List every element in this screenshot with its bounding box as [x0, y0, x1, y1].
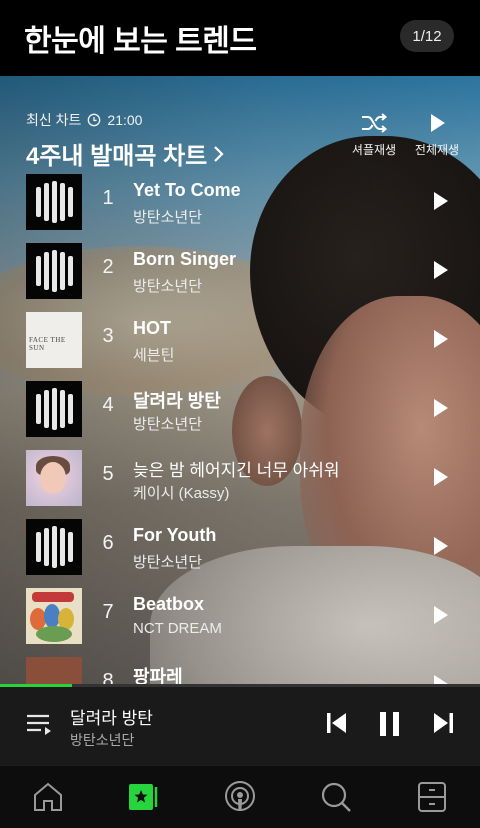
play-all-label: 전체재생 [414, 143, 460, 157]
chart-label: 최신 차트 [26, 112, 82, 128]
tab-chart[interactable] [124, 779, 164, 815]
shuffle-label: 셔플재생 [351, 143, 397, 157]
song-title: Born Singer [133, 249, 237, 269]
album-cover [26, 174, 82, 230]
play-icon[interactable] [432, 467, 450, 487]
mini-player[interactable]: 달려라 방탄 방탄소년단 [0, 687, 480, 765]
song-artist: 방탄소년단 [133, 278, 203, 295]
podcast-icon [225, 781, 255, 811]
album-cover [26, 657, 82, 686]
play-icon[interactable] [432, 260, 450, 280]
song-title: 달려라 방탄 [133, 391, 221, 411]
next-track-icon[interactable] [432, 711, 454, 735]
album-cover: FACE THE SUN [26, 312, 82, 368]
play-all-button[interactable]: 전체재생 [412, 112, 462, 158]
play-icon[interactable] [432, 398, 450, 418]
chevron-right-icon [214, 145, 224, 162]
song-rank: 7 [102, 601, 114, 623]
song-rank: 6 [102, 532, 114, 554]
song-title: HOT [133, 318, 171, 338]
song-row[interactable]: 5 늦은 밤 헤어지긴 너무 아쉬워 케이시 (Kassy) [0, 444, 480, 513]
tab-podcast[interactable] [220, 779, 260, 815]
album-cover [26, 519, 82, 575]
chart-header: 최신 차트 21:00 4주내 발매곡 차트 [26, 110, 225, 171]
previous-track-icon[interactable] [326, 711, 348, 735]
play-icon [431, 114, 445, 132]
tab-home[interactable] [28, 779, 68, 815]
album-cover [26, 450, 82, 506]
song-title: Yet To Come [133, 180, 241, 200]
song-row[interactable]: 8 팡파레 [0, 651, 480, 686]
song-title: 늦은 밤 헤어지긴 너무 아쉬워 [133, 461, 340, 480]
song-rank: 5 [102, 463, 114, 485]
page-title: 한눈에 보는 트렌드 [24, 25, 257, 58]
song-rank: 3 [102, 325, 114, 347]
song-title: 팡파레 [133, 667, 183, 686]
song-row[interactable]: 1 Yet To Come 방탄소년단 [0, 168, 480, 237]
song-artist: 방탄소년단 [133, 416, 203, 433]
album-cover [26, 381, 82, 437]
album-cover-text: FACE THE SUN [29, 336, 66, 352]
chart-title: 4주내 발매곡 차트 [26, 143, 208, 170]
page-indicator: 1/12 [400, 20, 454, 52]
song-row[interactable]: 7 Beatbox NCT DREAM [0, 582, 480, 651]
library-icon [418, 782, 446, 812]
song-rank: 1 [102, 187, 114, 209]
header-bar: 한눈에 보는 트렌드 1/12 [0, 0, 480, 76]
song-title: Beatbox [133, 594, 205, 614]
album-cover [26, 243, 82, 299]
play-icon[interactable] [432, 605, 450, 625]
playlist-icon[interactable] [26, 713, 52, 737]
now-playing-artist: 방탄소년단 [70, 732, 135, 748]
clock-icon [88, 113, 101, 127]
chart-meta: 최신 차트 21:00 [26, 110, 225, 130]
play-icon[interactable] [432, 191, 450, 211]
song-rank: 2 [102, 256, 114, 278]
song-row[interactable]: FACE THE SUN 3 HOT 세븐틴 [0, 306, 480, 375]
song-rank: 4 [102, 394, 114, 416]
tab-library[interactable] [412, 779, 452, 815]
now-playing-title: 달려라 방탄 [70, 709, 153, 728]
search-icon [321, 782, 351, 812]
song-row[interactable]: 4 달려라 방탄 방탄소년단 [0, 375, 480, 444]
album-cover [26, 588, 82, 644]
song-row[interactable]: 6 For Youth 방탄소년단 [0, 513, 480, 582]
song-artist: 세븐틴 [133, 347, 175, 364]
home-icon [34, 782, 62, 811]
play-icon[interactable] [432, 536, 450, 556]
song-title: For Youth [133, 525, 217, 545]
shuffle-icon [362, 113, 388, 133]
chart-time: 21:00 [107, 112, 143, 128]
shuffle-play-button[interactable]: 셔플재생 [349, 112, 399, 158]
song-artist: NCT DREAM [133, 620, 222, 637]
tab-bar [0, 765, 480, 828]
song-row[interactable]: 2 Born Singer 방탄소년단 [0, 237, 480, 306]
song-artist: 방탄소년단 [133, 554, 203, 571]
song-artist: 케이시 (Kassy) [133, 485, 230, 502]
pause-icon[interactable] [378, 711, 402, 737]
play-icon[interactable] [432, 329, 450, 349]
tab-search[interactable] [316, 779, 356, 815]
song-artist: 방탄소년단 [133, 209, 203, 226]
song-list: 1 Yet To Come 방탄소년단 2 Born Singer 방탄소년단 … [0, 168, 480, 686]
chart-title-link[interactable]: 4주내 발매곡 차트 [26, 136, 225, 171]
chart-icon [129, 784, 158, 810]
